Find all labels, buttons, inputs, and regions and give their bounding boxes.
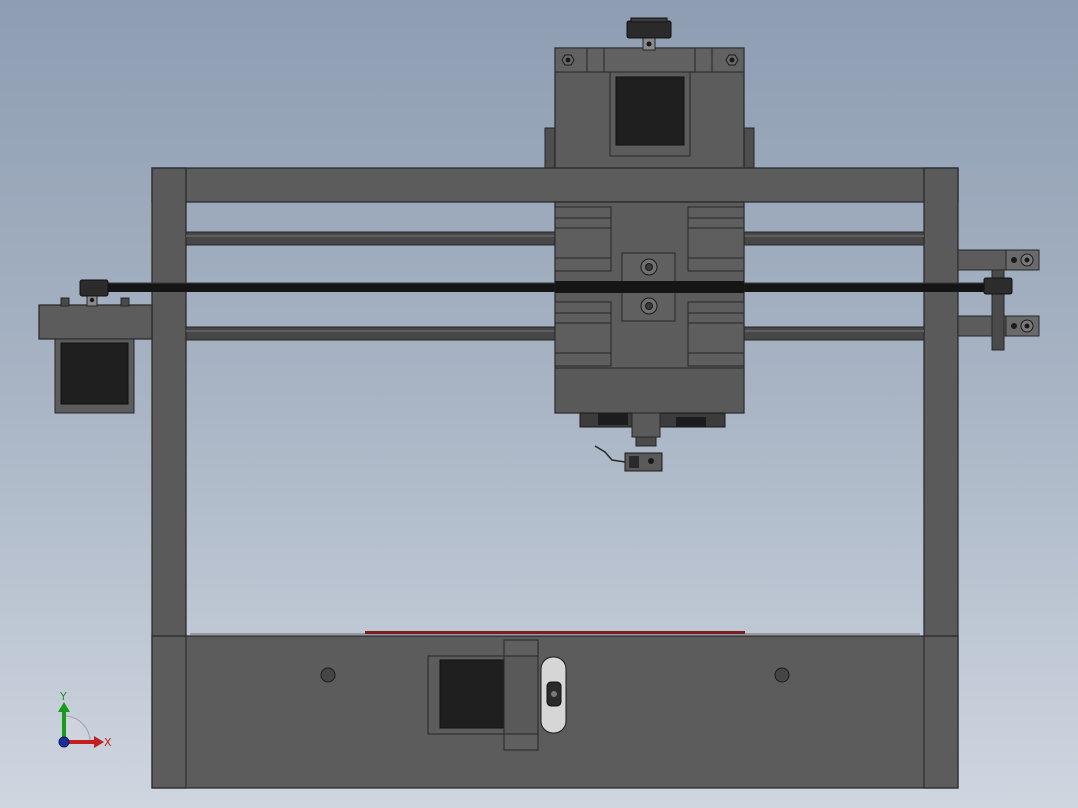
z-axis-top-pulley: [626, 17, 672, 51]
y-motor-pulley: [540, 656, 567, 734]
x-motor-left-assembly: [38, 297, 153, 414]
cad-viewport[interactable]: Y X: [0, 0, 1078, 808]
end-mill-tool: [594, 445, 663, 472]
x-axis-label: X: [104, 736, 112, 749]
cnc-assembly-front-view: Y X: [38, 17, 1040, 789]
mounting-hole-icon: [774, 667, 790, 683]
coordinate-triad: Y X: [58, 690, 112, 749]
x-axis-belt: [85, 282, 997, 292]
hex-bolt-icon: [725, 54, 739, 66]
mounting-hole-icon: [320, 667, 336, 683]
z-axis-upper-carriage: [544, 47, 755, 171]
spindle-assembly: [579, 412, 726, 447]
work-bed-edge: [190, 631, 920, 635]
y-axis-label: Y: [59, 690, 67, 703]
x-idler-right-assembly: [957, 249, 1040, 351]
x-motor-pulley-left: [79, 279, 109, 307]
y-motor-assembly: [427, 639, 539, 751]
hex-bolt-icon: [561, 54, 575, 66]
